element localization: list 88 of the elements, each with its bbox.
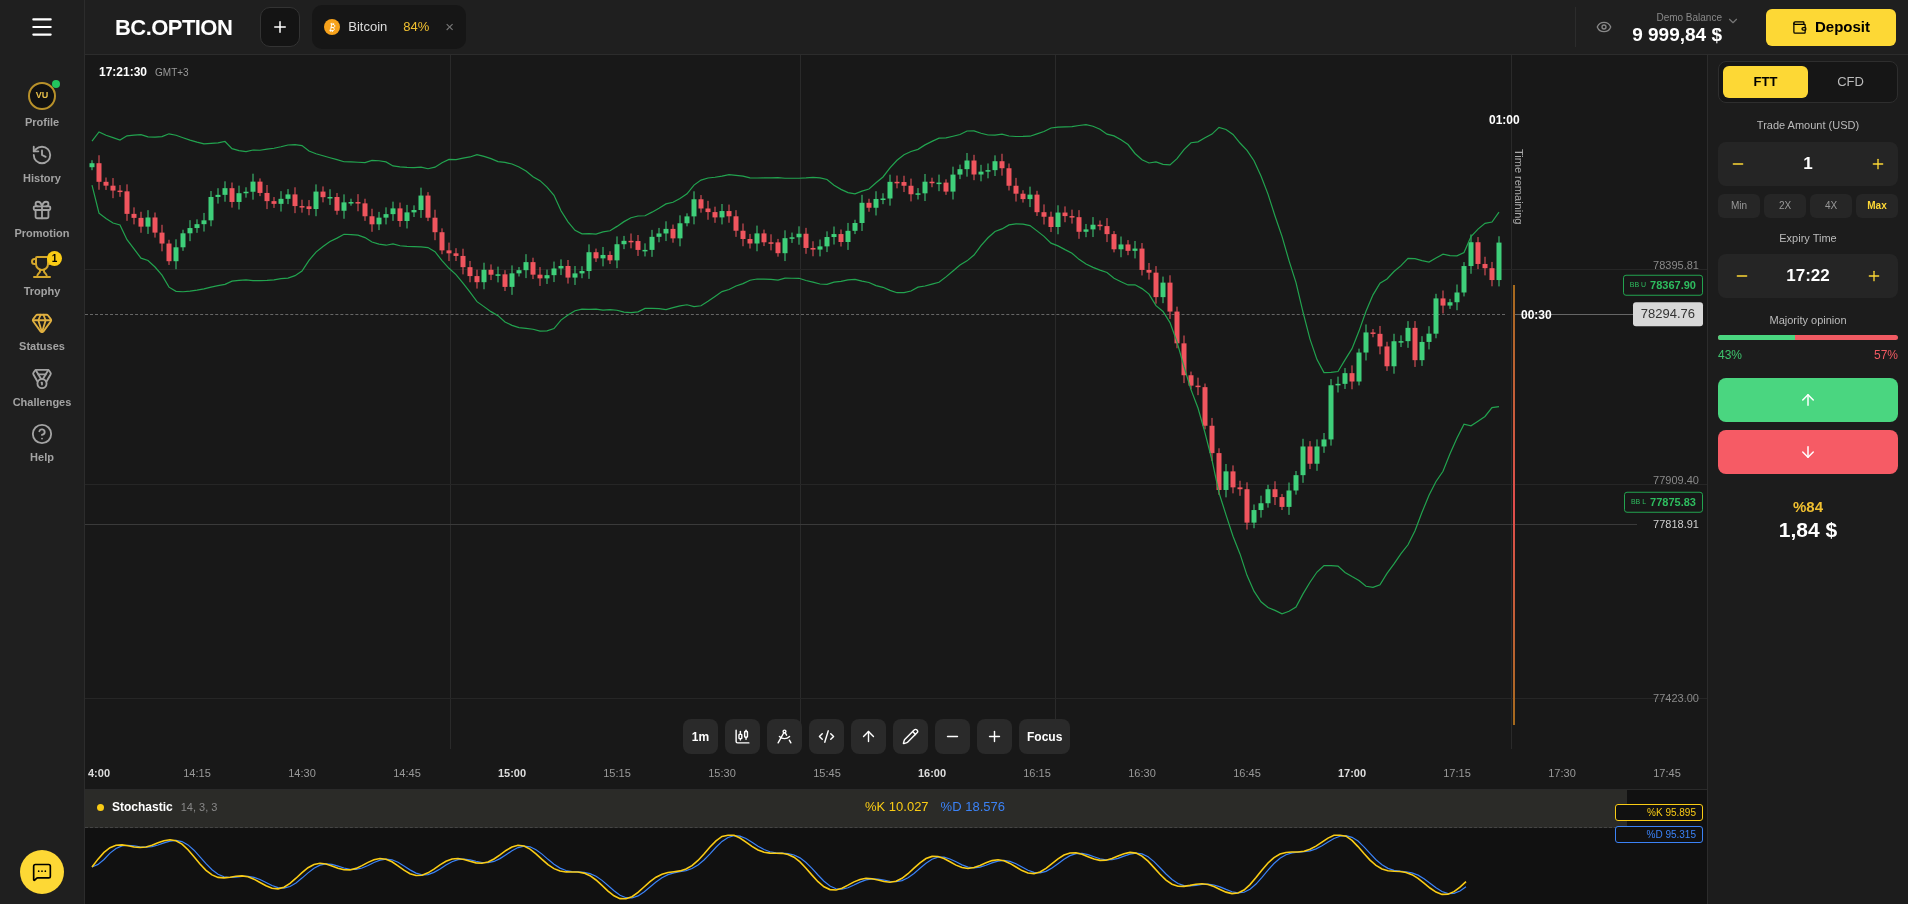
gem-icon <box>31 312 53 334</box>
sidebar-item[interactable]: Challenges <box>2 367 82 410</box>
avatar: VU <box>28 82 56 110</box>
amount-label: Trade Amount (USD) <box>1755 118 1861 133</box>
gift-icon <box>31 199 53 221</box>
eye-icon[interactable] <box>1596 19 1613 35</box>
timezone: GMT+3 <box>155 66 189 80</box>
time-label: 14:45 <box>393 766 421 781</box>
clock: 17:21:30 <box>99 64 148 81</box>
up-percent: 43% <box>1718 346 1743 364</box>
up-button[interactable] <box>1718 377 1898 422</box>
time-label: 17:30 <box>1548 766 1576 781</box>
current-price-label: 78294.76 <box>1632 302 1703 326</box>
notification-badge: 1 <box>47 250 62 266</box>
wallet-icon <box>1792 19 1807 35</box>
time-remaining-label: Time remaining <box>1511 149 1526 225</box>
indicator-params: 14, 3, 3 <box>180 799 218 815</box>
logo: BC.OPTION <box>115 13 233 42</box>
asset-payout: 84% <box>403 18 430 37</box>
code-icon[interactable] <box>809 719 844 754</box>
timer-label: 00:30 <box>1521 307 1552 324</box>
price-label: 77818.91 <box>1653 516 1699 532</box>
expiry-field[interactable]: 17:22 <box>1718 254 1898 298</box>
deposit-button[interactable]: Deposit <box>1766 8 1896 46</box>
multiplier-button[interactable]: 4X <box>1810 193 1852 218</box>
asset-tab[interactable]: Bitcoin 84% × <box>312 5 467 49</box>
time-label: 14:30 <box>288 766 316 781</box>
k-value-label: %K 95.895 <box>1615 804 1703 821</box>
time-label: 15:15 <box>603 766 631 781</box>
sidebar-item[interactable]: Statuses <box>2 312 82 355</box>
time-label: 16:30 <box>1128 766 1156 781</box>
indicator-name: Stochastic <box>112 799 173 816</box>
time-label: 16:45 <box>1233 766 1261 781</box>
d-value-label: %D 95.315 <box>1615 826 1703 843</box>
minus-icon[interactable] <box>935 719 970 754</box>
asset-name: Bitcoin <box>348 18 388 37</box>
mode-tab[interactable]: FTT <box>1723 66 1808 98</box>
time-label: 17:00 <box>1337 766 1367 781</box>
bitcoin-icon <box>324 19 341 35</box>
history-icon <box>31 143 53 166</box>
band-value: 77875.83 <box>1650 494 1696 510</box>
multiplier-button[interactable]: 2X <box>1764 193 1806 218</box>
mode-tab[interactable]: CFD <box>1808 66 1893 98</box>
sidebar-item[interactable]: VU Profile <box>2 82 82 131</box>
tool-button[interactable]: 1m <box>683 719 718 754</box>
time-label: 17:15 <box>1443 766 1471 781</box>
plus-icon[interactable] <box>1866 268 1882 284</box>
medal-icon <box>31 367 53 390</box>
down-percent: 57% <box>1873 346 1898 364</box>
multiplier-button[interactable]: Max <box>1856 193 1898 218</box>
time-label: 4:00 <box>88 766 110 781</box>
time-label: 15:30 <box>708 766 736 781</box>
k-value: %K 10.027 <box>865 798 929 816</box>
expiry-label: Expiry Time <box>1778 230 1838 246</box>
band-value: 78367.90 <box>1650 277 1696 293</box>
candlestick-icon[interactable] <box>725 719 760 754</box>
time-label: 17:45 <box>1653 766 1681 781</box>
plus-icon[interactable] <box>977 719 1012 754</box>
time-label: 16:15 <box>1023 766 1051 781</box>
payout-percent: %84 <box>1792 496 1824 517</box>
sidebar-item[interactable]: Promotion <box>2 199 82 242</box>
tool-button[interactable]: Focus <box>1019 719 1071 754</box>
time-label: 15:00 <box>497 766 527 781</box>
amount-field[interactable]: 1 <box>1718 141 1898 186</box>
balance-value: 9 999,84 $ <box>1632 24 1722 45</box>
add-asset-button[interactable] <box>260 7 301 47</box>
time-label: 15:45 <box>813 766 841 781</box>
pencil-icon[interactable] <box>893 719 928 754</box>
sidebar-item[interactable]: History <box>2 143 82 186</box>
down-button[interactable] <box>1718 429 1898 474</box>
payout-amount: 1,84 $ <box>1777 518 1839 542</box>
price-label: 78395.81 <box>1653 257 1699 273</box>
chat-button[interactable] <box>20 850 64 894</box>
d-value: %D 18.576 <box>940 798 1005 816</box>
price-label: 77423.00 <box>1653 690 1699 706</box>
majority-label: Majority opinion <box>1768 313 1848 328</box>
balance-label: Demo Balance <box>1656 10 1722 25</box>
arrow-up-icon[interactable] <box>851 719 886 754</box>
close-tab-button[interactable]: × <box>445 15 455 39</box>
multiplier-button[interactable]: Min <box>1718 193 1760 218</box>
time-label: 16:00 <box>917 766 947 781</box>
time-label: 14:15 <box>183 766 211 781</box>
timer-label: 01:00 <box>1489 112 1520 129</box>
help-icon <box>31 423 53 445</box>
price-label: 77909.40 <box>1653 472 1699 488</box>
compass-icon[interactable] <box>767 719 802 754</box>
chat-icon <box>32 862 52 882</box>
sidebar-item[interactable]: Help <box>2 423 82 466</box>
